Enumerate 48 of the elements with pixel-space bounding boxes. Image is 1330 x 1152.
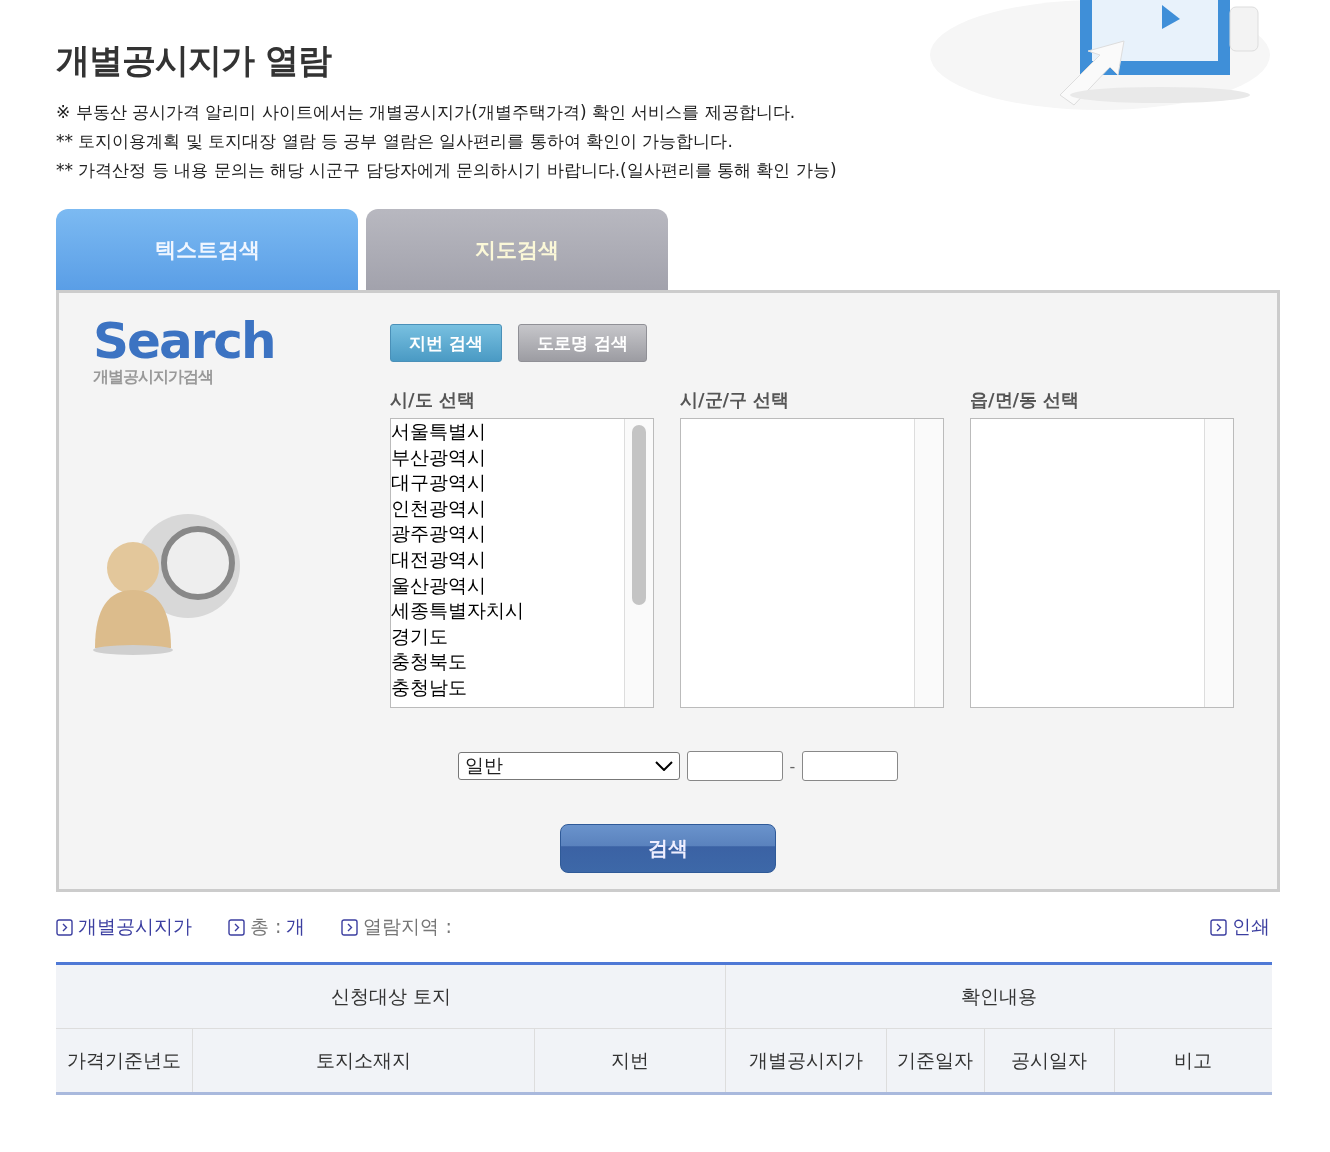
scrollbar-thumb[interactable] xyxy=(632,425,646,605)
summary-value: 개 xyxy=(286,914,306,939)
notice-text: ** 가격산정 등 내용 문의는 해당 시군구 담당자에게 문의하시기 바랍니다.(일사편리를 통해 확인 가능) xyxy=(56,159,837,182)
table-header: 공시일자 xyxy=(984,1028,1115,1094)
table-header: 지번 xyxy=(534,1028,726,1094)
table-header: 신청대상 토지 xyxy=(56,963,726,1029)
notice-text: ※ 부동산 공시가격 알리미 사이트에서는 개별공시지가(개별주택가격) 확인 서비스를 제공합니다. xyxy=(56,101,797,124)
chevron-box-icon xyxy=(1210,918,1227,936)
table-header: 확인내용 xyxy=(725,963,1272,1029)
table-header: 가격기준년도 xyxy=(56,1028,193,1094)
list-box[interactable]: 서울특별시 부산광역시 대구광역시 인천광역시 광주광역시 대전광역시 울산광역시 세종특별자치시 경기도 충청북도 충청남도 xyxy=(390,418,654,708)
list-option[interactable]: 인천광역시 xyxy=(391,495,624,522)
table-header: 비고 xyxy=(1114,1028,1272,1094)
list-box[interactable] xyxy=(970,418,1234,708)
summary-label: 총 : xyxy=(250,914,282,939)
chevron-down-icon xyxy=(654,761,673,771)
summary-label: 열람지역 : xyxy=(363,914,452,939)
list-option[interactable]: 대구광역시 xyxy=(391,470,624,496)
list-option[interactable]: 대전광역시 xyxy=(391,546,624,573)
chevron-box-icon xyxy=(56,918,73,936)
chevron-box-icon xyxy=(228,918,245,936)
search-button[interactable]: 검색 xyxy=(560,824,776,873)
table-header: 개별공시지가 xyxy=(725,1028,887,1094)
list-box[interactable] xyxy=(680,418,944,708)
list-option[interactable]: 서울특별시 xyxy=(391,419,624,445)
list-label: 읍/면/동 선택 xyxy=(970,388,1081,412)
chevron-box-icon xyxy=(341,918,359,936)
list-option[interactable]: 충청남도 xyxy=(391,674,624,701)
sub-number-field[interactable] xyxy=(802,751,899,781)
page-title: 개별공시지가 열람 xyxy=(56,39,333,82)
list-option[interactable]: 경기도 xyxy=(391,623,624,650)
table-header: 토지소재지 xyxy=(192,1028,535,1094)
print-link[interactable]: 인쇄 xyxy=(1210,914,1270,940)
list-label: 시/군/구 선택 xyxy=(680,388,791,412)
summary-title: 개별공시지가 xyxy=(78,914,192,939)
notice-text: ** 토지이용계획 및 토지대장 열람 등 공부 열람은 일사편리를 통하여 확인이 가능합니다. xyxy=(56,130,734,153)
list-option[interactable]: 세종특별자치시 xyxy=(391,598,624,624)
main-number-field[interactable] xyxy=(686,751,783,781)
list-option[interactable]: 광주광역시 xyxy=(391,521,624,547)
list-option[interactable]: 울산광역시 xyxy=(391,572,624,599)
list-option[interactable]: 부산광역시 xyxy=(391,444,624,471)
separator-text: - xyxy=(789,756,796,776)
table-header: 기준일자 xyxy=(886,1028,985,1094)
logo-text: Search xyxy=(93,315,276,367)
lot-type-select[interactable]: 일반 xyxy=(457,752,680,780)
logo-subtitle: 개별공시지가검색 xyxy=(93,367,214,388)
list-option[interactable]: 충청북도 xyxy=(391,649,624,675)
list-label: 시/도 선택 xyxy=(390,388,476,412)
